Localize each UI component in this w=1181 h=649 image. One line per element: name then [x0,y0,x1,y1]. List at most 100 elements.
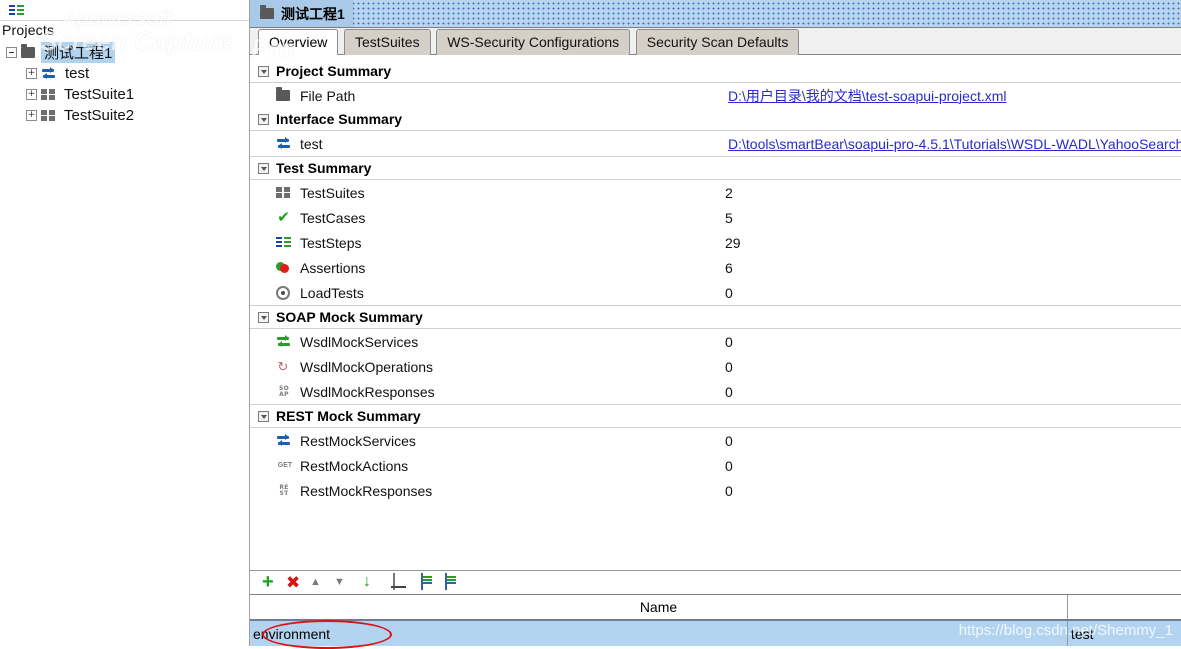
soap-response-icon: SO AP [278,385,290,398]
row-label: TestSuites [300,184,365,201]
column-header-name[interactable]: Name [250,595,1068,619]
expand-handle-icon[interactable]: + [26,110,37,121]
download-button[interactable]: ↓ [363,574,380,591]
testsuite-grid-icon [41,88,55,101]
column-header-secondary[interactable] [1068,595,1181,619]
expand-handle-icon[interactable]: + [26,89,37,100]
row-assertions: Assertions 6 [250,255,1181,280]
tree-node-testsuite2[interactable]: + TestSuite2 [0,105,250,126]
section-header-soap-mock-summary[interactable]: SOAP Mock Summary [250,306,1181,329]
get-method-icon: GET [277,462,293,469]
teststep-lines-icon [276,237,291,248]
row-value: 2 [725,184,733,201]
row-restmockactions: GET RestMockActions 0 [250,453,1181,478]
section-title: Test Summary [276,160,372,176]
collapse-handle-icon[interactable] [6,47,17,58]
testsuite-grid-icon [276,186,290,199]
row-testcases: ✔ TestCases 5 [250,205,1181,230]
overview-content: Project Summary File Path D:\用户目录\我的文档\t… [250,55,1181,570]
tab-ws-security-configurations[interactable]: WS-Security Configurations [436,29,631,55]
expand-handle-icon[interactable]: + [26,68,37,79]
tab-security-scan-defaults[interactable]: Security Scan Defaults [635,29,800,55]
tree-node-interface-test[interactable]: + test [0,63,250,84]
table-header-row: Name [250,595,1181,621]
row-file-path: File Path D:\用户目录\我的文档\test-soapui-proje… [250,83,1181,108]
project-title-bar: 测试工程1 [250,0,1181,28]
row-value: 6 [725,259,733,276]
add-button[interactable]: + [262,572,279,592]
move-down-button[interactable]: ▼ [334,574,351,591]
projects-tree: 测试工程1 + test + TestSuite1 + TestSuite2 [0,42,250,126]
clear-button[interactable] [393,573,410,591]
tree-node-project[interactable]: 测试工程1 [0,42,250,63]
move-up-button[interactable]: ▲ [310,574,327,591]
environments-toolbar: + ✖ ▲ ▼ ↓ [250,570,1181,594]
copy-to-button[interactable] [421,573,438,591]
section-header-rest-mock-summary[interactable]: REST Mock Summary [250,405,1181,428]
environments-table: Name environment test [250,594,1181,646]
row-label: File Path [300,87,356,104]
tree-node-label: TestSuite1 [64,86,135,103]
row-label: WsdlMockServices [300,333,419,350]
folder-icon [276,87,290,101]
mock-operation-cycle-icon: ↻ [277,359,289,374]
interface-arrows-icon [276,136,291,150]
loadtest-target-icon [276,285,290,300]
assertion-circles-icon [276,261,291,274]
section-title: REST Mock Summary [276,408,421,424]
row-label: RestMockActions [300,457,409,474]
chevron-down-icon[interactable] [258,65,269,77]
editor-tabs: Overview TestSuites WS-Security Configur… [250,28,1181,55]
row-loadtests: LoadTests 0 [250,280,1181,305]
row-value: 0 [725,358,733,375]
row-label: RestMockResponses [300,482,433,499]
row-label: test [300,135,323,152]
chevron-down-icon[interactable] [258,311,269,323]
row-label: Assertions [300,259,366,276]
tree-node-label: test [65,65,90,82]
folder-icon [21,44,35,58]
tab-overview[interactable]: Overview [258,29,339,55]
chevron-down-icon[interactable] [258,113,269,125]
section-header-test-summary[interactable]: Test Summary [250,157,1181,180]
row-label: TestCases [300,209,366,226]
remove-button[interactable]: ✖ [286,574,303,591]
test-steps-icon[interactable] [9,4,24,16]
eraser-icon [393,573,395,590]
testcase-check-icon: ✔ [277,209,290,226]
row-label: LoadTests [300,284,364,301]
tree-node-testsuite1[interactable]: + TestSuite1 [0,84,250,105]
interface-definition-link[interactable]: D:\tools\smartBear\soapui-pro-4.5.1\Tuto… [728,136,1181,152]
row-wsdlmockservices: WsdlMockServices 0 [250,329,1181,354]
section-header-interface-summary[interactable]: Interface Summary [250,108,1181,131]
row-value: 0 [725,284,733,301]
tree-node-label: 测试工程1 [41,42,116,63]
rest-response-icon: RE ST [279,484,289,497]
row-value: 0 [725,383,733,400]
file-path-link[interactable]: D:\用户目录\我的文档\test-soapui-project.xml [728,86,1007,106]
folder-icon [260,5,274,19]
table-row[interactable]: environment test [250,621,1181,646]
row-wsdlmockoperations: ↻ WsdlMockOperations 0 [250,354,1181,379]
section-header-project-summary[interactable]: Project Summary [250,60,1181,83]
tree-toolbar [0,0,249,21]
project-title-block: 测试工程1 [250,0,353,27]
row-value: 0 [725,333,733,350]
tab-testsuites[interactable]: TestSuites [343,29,431,55]
chevron-down-icon[interactable] [258,162,269,174]
move-to-button[interactable] [445,573,462,591]
soapui-window: Projects 测试工程1 + test + TestSuite1 + Tes… [0,0,1181,649]
tree-node-label: TestSuite2 [64,107,135,124]
project-editor: 测试工程1 Overview TestSuites WS-Security Co… [250,0,1181,646]
cell-environment-name[interactable]: environment [250,621,1068,646]
projects-panel-label: Projects [2,22,55,38]
chevron-down-icon[interactable] [258,410,269,422]
row-wsdlmockresponses: SO AP WsdlMockResponses 0 [250,379,1181,404]
projects-tree-panel: Projects 测试工程1 + test + TestSuite1 + Tes… [0,0,250,646]
section-title: Project Summary [276,63,392,79]
interface-arrows-icon [41,66,56,80]
mock-service-green-arrows-icon [276,334,291,348]
row-teststeps: TestSteps 29 [250,230,1181,255]
row-value: 5 [725,209,733,226]
cell-environment-secondary[interactable]: test [1068,621,1181,646]
